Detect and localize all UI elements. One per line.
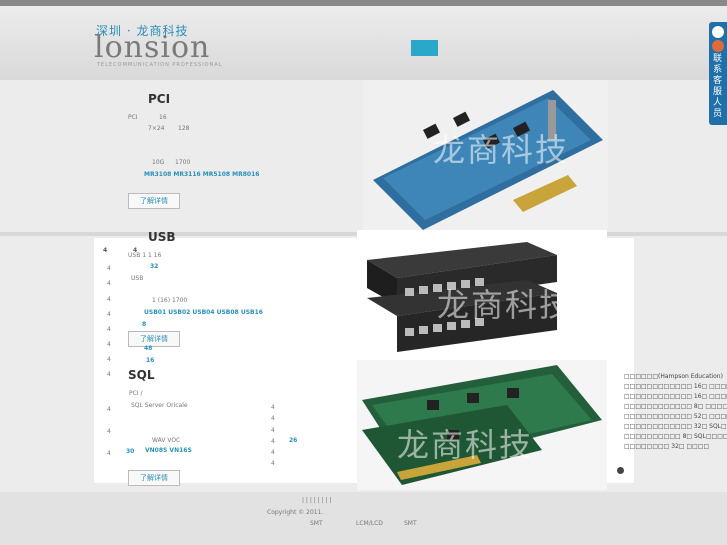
news-item[interactable]: □□□□□□(Hampson Education) bbox=[624, 372, 727, 382]
mid-digit: 4 bbox=[271, 460, 275, 467]
pci-text-2a: 7×24 bbox=[148, 125, 165, 132]
news-item[interactable]: □□□□□□□□□□□□ 16□ □□□□ bbox=[624, 382, 727, 392]
avatar-icon bbox=[712, 40, 724, 52]
digit: 4 bbox=[107, 326, 111, 333]
news-item[interactable]: □□□□□□□□□□□□ 8□ □□□□ bbox=[624, 402, 727, 412]
watermark: 龙商科技 bbox=[433, 131, 570, 169]
mid-digit: 4 bbox=[271, 427, 275, 434]
digit: 4 bbox=[107, 280, 111, 287]
news-item[interactable]: □□□□□□□□ 32□ □□□□ bbox=[624, 442, 727, 452]
sql-text-3: WAV VOC bbox=[152, 437, 181, 444]
scroll-dot-icon[interactable] bbox=[617, 467, 624, 474]
customer-service-label: 联系客服人员 bbox=[713, 54, 723, 119]
logo-tagline: TELECOMMUNICATION PROFESSIONAL bbox=[97, 62, 223, 68]
news-item[interactable]: □□□□□□□□□□□□ 16□ □□□□ bbox=[624, 392, 727, 402]
mid-digit: 4 bbox=[271, 449, 275, 456]
watermark: 龙商科技 bbox=[437, 286, 574, 324]
footer-link-smt-2[interactable]: SMT bbox=[404, 520, 417, 527]
digit: 4 bbox=[107, 428, 111, 435]
sql-title: SQL bbox=[128, 368, 155, 382]
watermark: 龙商科技 bbox=[397, 426, 534, 464]
digit: 4 bbox=[107, 371, 111, 378]
digit: 4 bbox=[107, 356, 111, 363]
news-item[interactable]: □□□□□□□□□□□□ 32□ SQL□□□□ bbox=[624, 422, 727, 432]
sql-models[interactable]: VN08S VN16S bbox=[145, 447, 192, 454]
news-item[interactable]: □□□□□□□□□□ 8□ SQL□□□□ bbox=[624, 432, 727, 442]
usb-details-button[interactable]: 了解详情 bbox=[128, 331, 180, 347]
pci-card-photo[interactable]: 龙商科技 bbox=[363, 80, 608, 230]
pci-models[interactable]: MR3108 MR3116 MR5108 MR8016 bbox=[144, 171, 259, 178]
digit: 4 bbox=[107, 450, 111, 457]
digit: 4 bbox=[107, 265, 111, 272]
footer-link-lcm[interactable]: LCM/LCD bbox=[356, 520, 383, 527]
digit: 4 bbox=[107, 406, 111, 413]
news-item[interactable]: □□□□□□□□□□□□ 52□ □□□□ bbox=[624, 412, 727, 422]
pci-details-button[interactable]: 了解详情 bbox=[128, 193, 180, 209]
usb-text-2: 32 bbox=[150, 263, 159, 270]
footer: | | | | | | | | Copyright © 2011. SMT LC… bbox=[0, 492, 727, 545]
pci-text-1a: PCI bbox=[128, 114, 138, 121]
sql-num-26: 26 bbox=[289, 437, 298, 444]
sql-num-30: 30 bbox=[126, 448, 135, 455]
digit: 4 bbox=[103, 247, 108, 254]
sql-card-photo[interactable]: 龙商科技 bbox=[357, 360, 607, 490]
phone-icon bbox=[712, 26, 724, 38]
news-list: □□□□□□(Hampson Education) □□□□□□□□□□□□ 1… bbox=[624, 372, 727, 452]
usb-models[interactable]: USB01 USB02 USB04 USB08 USB16 bbox=[144, 309, 263, 316]
pci-text-3a: 10G bbox=[152, 159, 165, 166]
usb-box-photo[interactable]: 龙商科技 bbox=[357, 230, 607, 360]
mid-digit: 4 bbox=[271, 404, 275, 411]
usb-text-4: 1 (16) 1700 bbox=[152, 297, 188, 304]
digit: 4 bbox=[107, 341, 111, 348]
sql-text-1: PCI / bbox=[129, 390, 143, 397]
usb-text-3: USB bbox=[131, 275, 144, 282]
footer-dividers: | | | | | | | | bbox=[302, 497, 332, 504]
sql-text-2: SQL Server Oricale bbox=[131, 402, 188, 409]
pci-text-3b: 1700 bbox=[175, 159, 191, 166]
digit: 4 bbox=[133, 247, 138, 254]
pci-text-1b: 16 bbox=[159, 114, 167, 121]
logo-wordmark[interactable]: lonsion bbox=[94, 30, 210, 65]
blue-number: 48 bbox=[144, 345, 153, 352]
header: 深圳 · 龙商科技 lonsion TELECOMMUNICATION PROF… bbox=[0, 6, 727, 80]
mid-digit: 4 bbox=[271, 415, 275, 422]
customer-service-tab[interactable]: 联系客服人员 bbox=[709, 22, 727, 125]
pci-title: PCI bbox=[148, 92, 171, 106]
sql-details-button[interactable]: 了解详情 bbox=[128, 470, 180, 486]
nav-active-item[interactable] bbox=[411, 40, 438, 56]
blue-number: 8 bbox=[142, 321, 147, 328]
blue-number: 16 bbox=[146, 357, 155, 364]
digit: 4 bbox=[107, 296, 111, 303]
footer-link-smt[interactable]: SMT bbox=[310, 520, 323, 527]
usb-title: USB bbox=[148, 230, 176, 244]
footer-copyright: Copyright © 2011. bbox=[267, 509, 324, 516]
pci-text-2b: 128 bbox=[178, 125, 190, 132]
digit: 4 bbox=[107, 311, 111, 318]
mid-digit: 4 bbox=[271, 438, 275, 445]
